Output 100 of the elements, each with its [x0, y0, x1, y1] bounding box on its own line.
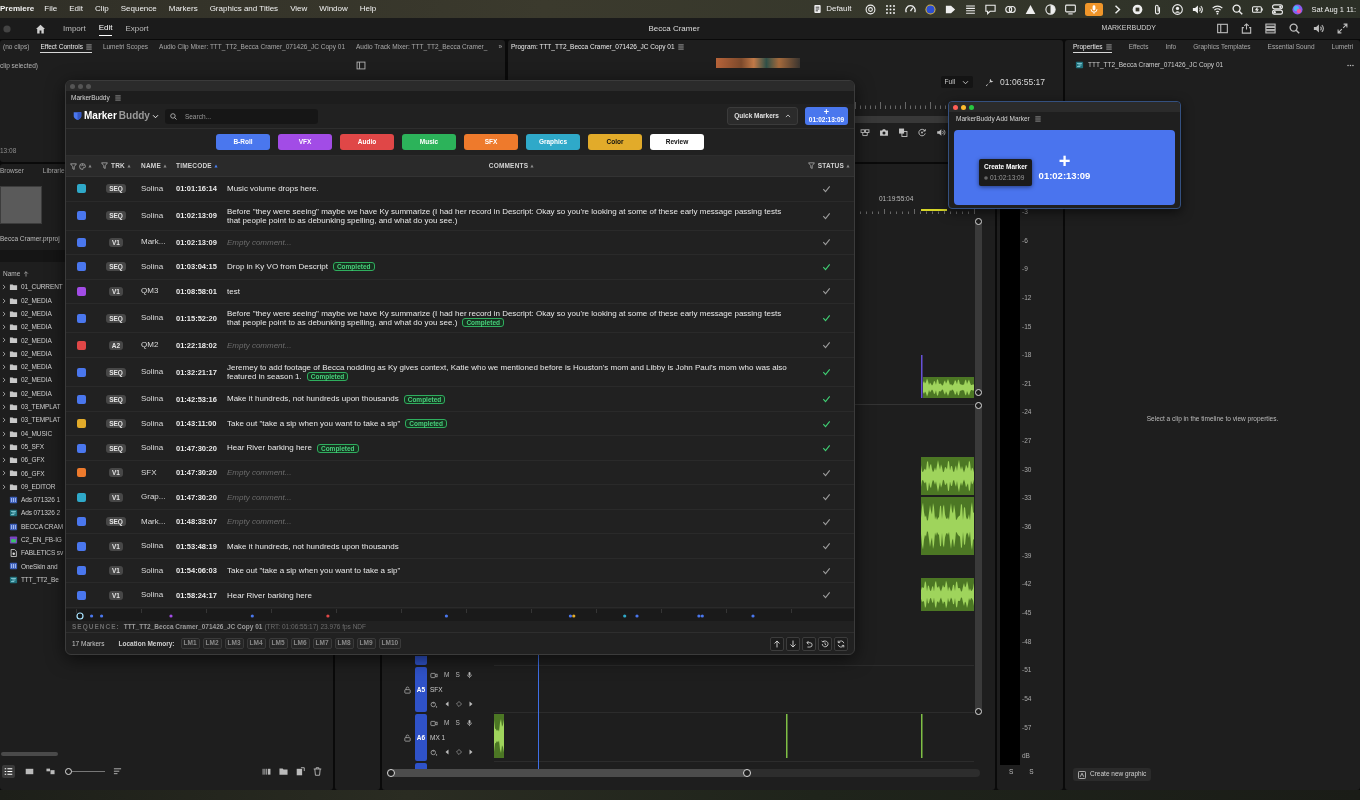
previous-marker-button[interactable] — [770, 636, 784, 651]
check-icon[interactable] — [822, 517, 831, 526]
track-target[interactable] — [415, 656, 427, 665]
scroll-handle[interactable] — [743, 769, 751, 777]
scroll-handle[interactable] — [387, 769, 395, 777]
color-swatch-icon[interactable] — [76, 468, 86, 478]
orb-icon[interactable] — [1291, 3, 1303, 15]
zoom-slider[interactable] — [65, 768, 105, 775]
check-icon[interactable] — [822, 368, 831, 377]
filter-icon[interactable] — [807, 162, 815, 170]
menu-item[interactable]: Clip — [94, 4, 109, 14]
check-icon[interactable] — [822, 591, 831, 600]
tag-icon[interactable] — [944, 3, 956, 15]
speech-bubble-icon[interactable] — [984, 3, 996, 15]
filter-icon[interactable] — [101, 162, 108, 170]
playhead-handle[interactable] — [76, 612, 84, 620]
list-view-button[interactable] — [2, 765, 15, 778]
stack-icon[interactable] — [1265, 23, 1276, 34]
horizontal-scrollbar[interactable] — [387, 769, 980, 777]
track-output-icon[interactable] — [430, 719, 438, 727]
vertical-scrollbar[interactable] — [975, 218, 982, 396]
minimize-button[interactable] — [961, 104, 966, 110]
color-swatch-icon[interactable] — [76, 313, 86, 323]
history-button[interactable] — [818, 636, 832, 651]
lock-icon[interactable] — [404, 733, 411, 742]
comment-text[interactable]: Make it hundreds, not hundreds upon thousands — [227, 541, 399, 551]
speaker-icon[interactable] — [1313, 23, 1324, 34]
marker-dot[interactable] — [572, 614, 576, 618]
check-icon[interactable] — [822, 341, 831, 350]
half-circle-icon[interactable] — [1044, 3, 1056, 15]
camera-icon[interactable] — [879, 128, 889, 137]
track-output-icon[interactable] — [430, 671, 438, 679]
color-swatch-icon[interactable] — [76, 590, 86, 600]
trash-icon[interactable] — [313, 767, 322, 776]
search-icon[interactable] — [1231, 3, 1243, 15]
folder-icon[interactable] — [279, 767, 288, 776]
scrollbar-thumb[interactable] — [1, 752, 58, 756]
marker-dot[interactable] — [326, 614, 330, 618]
workspace-tab[interactable]: Import — [63, 21, 86, 36]
marker-dot[interactable] — [623, 614, 627, 618]
check-icon[interactable] — [822, 444, 831, 453]
lock-icon[interactable] — [404, 685, 411, 694]
toggle-icon[interactable] — [1271, 3, 1283, 15]
color-swatch-icon[interactable] — [76, 394, 86, 404]
scroll-thumb[interactable] — [387, 769, 751, 777]
marker-dot[interactable] — [568, 614, 572, 618]
comment-text[interactable]: test — [227, 286, 240, 296]
expand-icon[interactable] — [1337, 23, 1348, 34]
menu-icon[interactable] — [114, 94, 121, 101]
color-swatch-icon[interactable] — [76, 443, 86, 453]
marker-dot[interactable] — [100, 614, 104, 618]
check-icon[interactable] — [822, 238, 831, 247]
previous-keyframe-icon[interactable] — [444, 749, 450, 756]
menu-item[interactable]: Graphics and Titles — [209, 4, 279, 14]
logo-menu-button[interactable]: Marker Buddy — [73, 111, 159, 121]
menu-item[interactable]: File — [44, 4, 58, 14]
ring-icon[interactable] — [864, 3, 876, 15]
color-swatch-icon[interactable] — [76, 541, 86, 551]
close-button[interactable] — [953, 104, 958, 110]
marker-dot[interactable] — [697, 614, 701, 618]
next-marker-button[interactable] — [786, 636, 800, 651]
pan-knob-icon[interactable] — [430, 749, 438, 756]
menu-icon[interactable] — [1105, 43, 1112, 50]
color-swatch-icon[interactable] — [76, 517, 86, 527]
workspace-tab[interactable]: Edit — [98, 21, 113, 36]
split-icon[interactable] — [860, 128, 870, 137]
triangle-icon[interactable] — [1024, 3, 1036, 15]
marker-dot[interactable] — [90, 614, 94, 618]
check-icon[interactable] — [822, 184, 831, 193]
audio-clip[interactable] — [494, 714, 504, 758]
keyframe-icon[interactable] — [456, 749, 462, 756]
workspace-menu[interactable]: Default — [813, 4, 852, 14]
comment-text[interactable]: Hear River barking here — [227, 590, 312, 600]
scroll-handle[interactable] — [975, 708, 982, 715]
new-item-icon[interactable] — [296, 767, 305, 776]
battery-icon[interactable] — [1251, 3, 1263, 15]
color-swatch-icon[interactable] — [76, 367, 86, 377]
overlay-icon[interactable] — [898, 128, 908, 137]
microphone-icon[interactable] — [1084, 2, 1103, 16]
microphone-icon[interactable] — [465, 719, 473, 727]
check-icon[interactable] — [822, 468, 831, 477]
audio-clip[interactable] — [921, 497, 974, 555]
person-icon[interactable] — [1171, 3, 1183, 15]
refresh-button[interactable] — [834, 636, 848, 651]
palette-icon[interactable] — [79, 162, 86, 170]
bin-icon[interactable] — [262, 767, 271, 776]
check-icon[interactable] — [822, 395, 831, 404]
gauge-icon[interactable] — [904, 3, 916, 15]
app-menu[interactable]: Premiere — [0, 4, 35, 14]
panel-toggle-icon[interactable] — [356, 61, 366, 70]
check-icon[interactable] — [822, 262, 831, 271]
speaker-icon[interactable] — [1191, 3, 1203, 15]
wifi-icon[interactable] — [1211, 3, 1223, 15]
maximize-button[interactable] — [969, 104, 974, 110]
check-icon[interactable] — [822, 493, 831, 502]
marker-dot[interactable] — [700, 614, 704, 618]
color-swatch-icon[interactable] — [76, 492, 86, 502]
menu-icon[interactable] — [85, 43, 92, 50]
menu-item[interactable]: Markers — [168, 4, 198, 14]
audio-clip[interactable] — [923, 377, 974, 398]
